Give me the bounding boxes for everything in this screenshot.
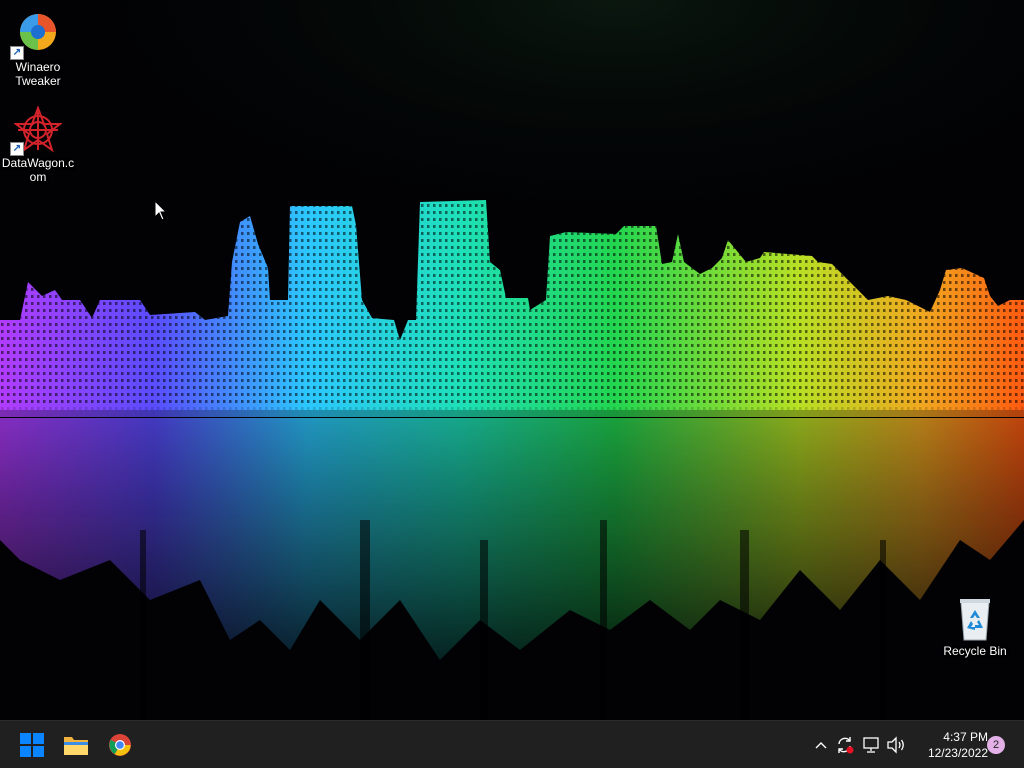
desktop-icon-label: Winaero Tweaker xyxy=(15,60,61,88)
chrome-icon xyxy=(109,734,131,756)
desktop-icon-datawagon[interactable]: ↗ DataWagon.com xyxy=(0,105,76,184)
recycle-bin-icon xyxy=(951,594,999,642)
shortcut-arrow-icon: ↗ xyxy=(10,142,24,156)
shortcut-arrow-icon: ↗ xyxy=(10,46,24,60)
chrome-button[interactable] xyxy=(102,727,138,763)
notification-badge[interactable]: 2 xyxy=(987,736,1005,754)
folder-icon xyxy=(64,737,88,755)
file-explorer-button[interactable] xyxy=(58,727,94,763)
mouse-pointer-icon xyxy=(154,200,168,221)
show-hidden-icons-button[interactable] xyxy=(810,733,832,757)
clock[interactable]: 4:37 PM 12/23/2022 xyxy=(912,729,988,761)
chevron-up-icon xyxy=(815,742,827,749)
sync-status-button[interactable] xyxy=(834,733,856,757)
winaero-tweaker-icon: ↗ xyxy=(10,10,62,60)
clock-date: 12/23/2022 xyxy=(927,746,988,760)
network-icon xyxy=(863,737,879,753)
desktop-icon-winaero-tweaker[interactable]: ↗ Winaero Tweaker xyxy=(0,10,76,88)
windows-start-icon xyxy=(20,733,44,757)
volume-icon xyxy=(887,736,904,754)
sync-alert-icon xyxy=(838,737,854,754)
desktop-icon-label: DataWagon.com xyxy=(1,156,75,184)
datawagon-icon: ↗ xyxy=(10,105,63,156)
clock-time: 4:37 PM xyxy=(943,730,988,744)
network-button[interactable] xyxy=(860,733,882,757)
taskbar: 4:37 PM 12/23/2022 2 xyxy=(0,720,1024,768)
wallpaper-city-skyline xyxy=(0,0,1024,720)
desktop-icon-recycle-bin[interactable]: Recycle Bin xyxy=(937,594,1013,658)
desktop[interactable]: ↗ Winaero Tweaker ↗ DataWagon.com Recycl… xyxy=(0,0,1024,720)
volume-button[interactable] xyxy=(885,733,907,757)
start-button[interactable] xyxy=(14,727,50,763)
desktop-icon-label: Recycle Bin xyxy=(943,644,1007,658)
